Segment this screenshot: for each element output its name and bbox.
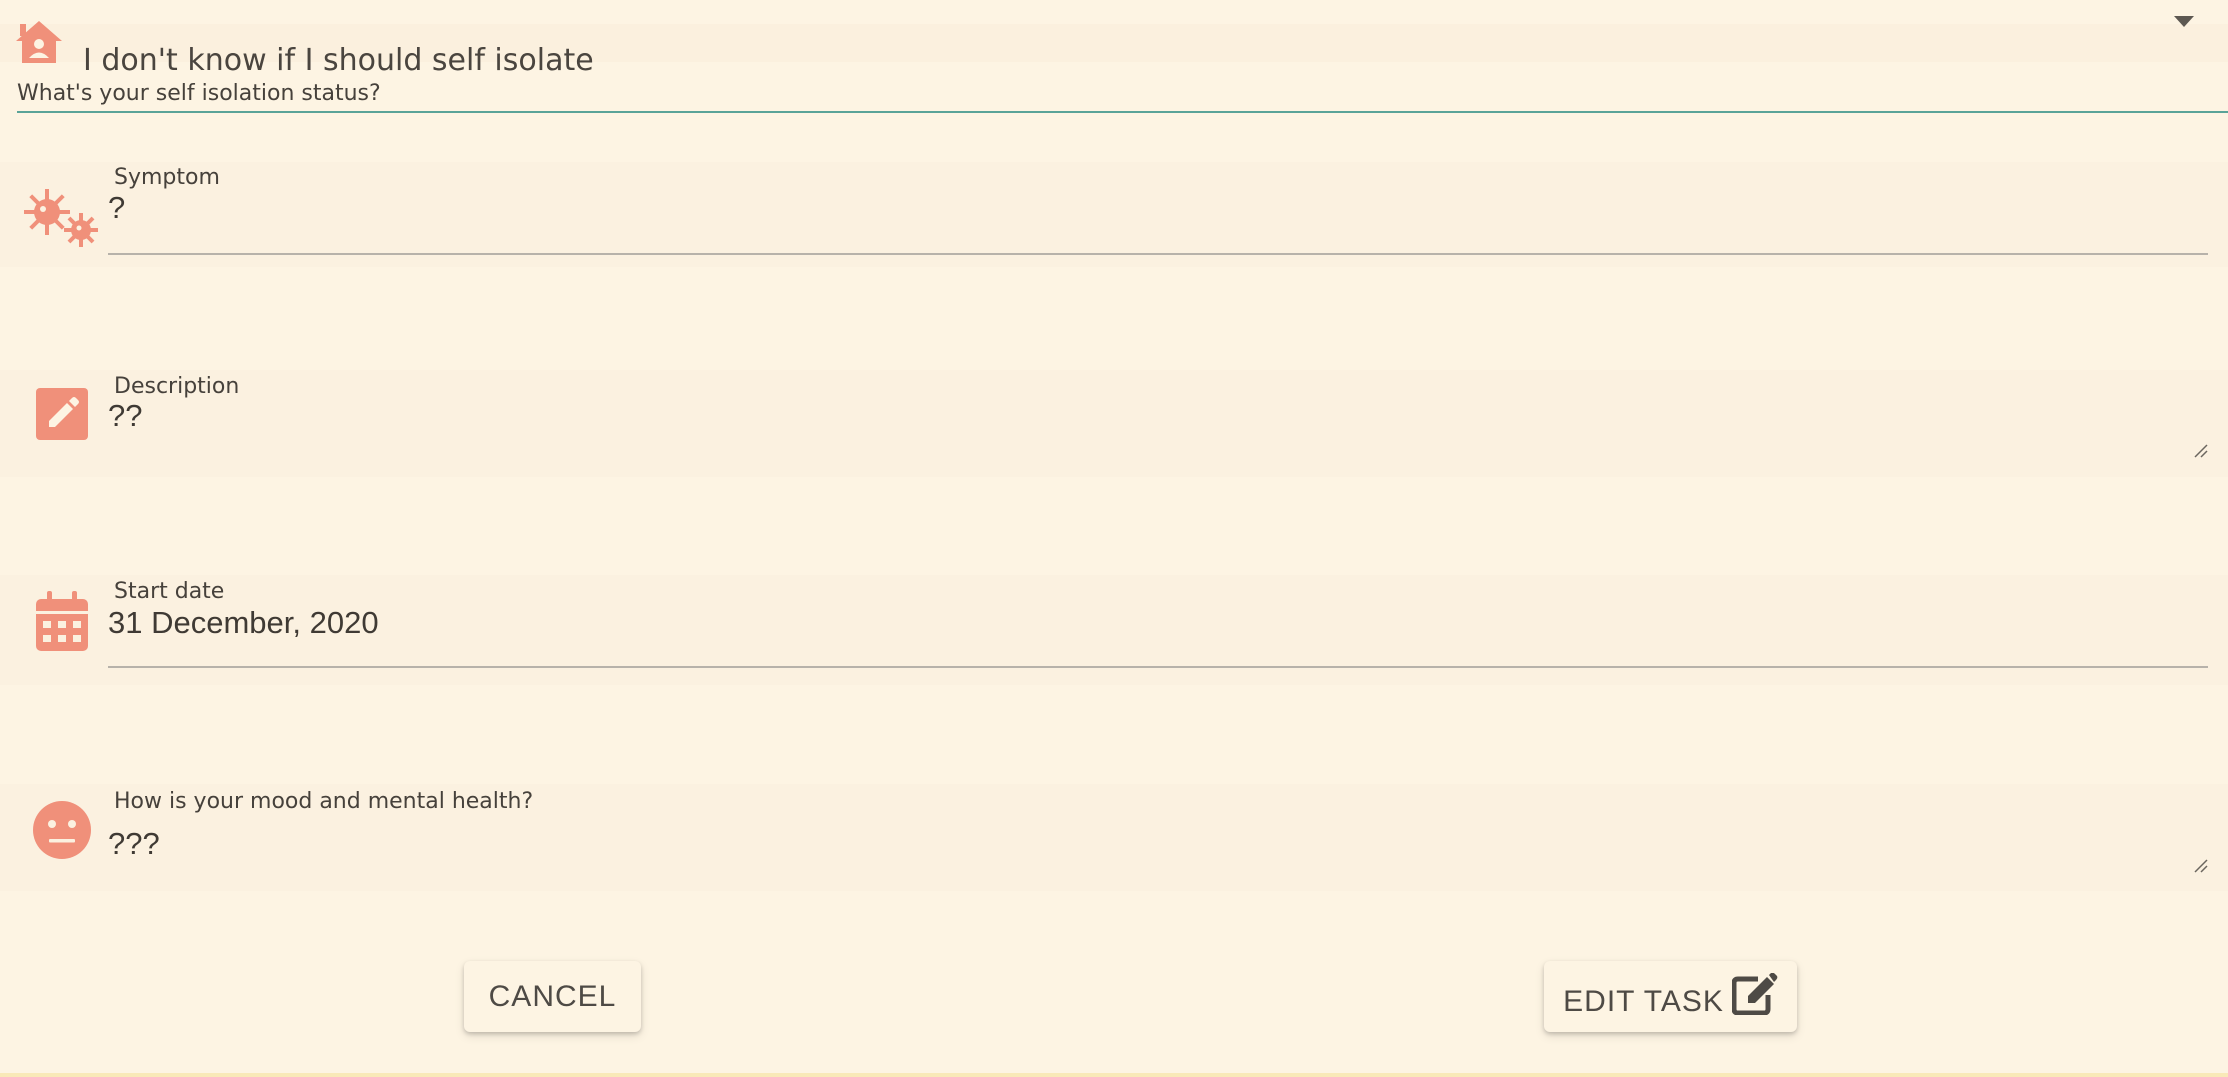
symptom-field[interactable]: Symptom ?	[0, 162, 2228, 267]
resize-handle-icon[interactable]	[2192, 442, 2208, 458]
chevron-down-icon[interactable]	[2174, 16, 2194, 27]
virus-icon	[24, 189, 98, 247]
bottom-edge	[0, 1073, 2228, 1077]
cancel-button[interactable]: CANCEL	[464, 961, 641, 1032]
neutral-face-icon	[33, 801, 91, 859]
status-field-label: What's your self isolation status?	[17, 81, 381, 106]
symptom-value: ?	[108, 190, 126, 225]
edit-task-button[interactable]: EDIT TASK	[1544, 961, 1797, 1032]
status-underline	[17, 111, 2228, 113]
description-label: Description	[114, 374, 240, 399]
description-field[interactable]: Description ??	[0, 370, 2228, 477]
start-date-value: 31 December, 2020	[108, 605, 379, 640]
edit-task-page: I don't know if I should self isolate Wh…	[0, 0, 2228, 1077]
mood-field[interactable]: How is your mood and mental health? ???	[0, 784, 2228, 891]
mood-value: ???	[108, 826, 160, 861]
isolation-status-select[interactable]: I don't know if I should self isolate Wh…	[0, 0, 2228, 114]
start-date-underline	[108, 666, 2208, 668]
calendar-icon	[36, 591, 88, 651]
symptom-label: Symptom	[114, 165, 220, 190]
start-date-label: Start date	[114, 579, 225, 604]
mood-label: How is your mood and mental health?	[114, 789, 534, 814]
description-value: ??	[108, 398, 143, 433]
resize-handle-icon[interactable]	[2192, 857, 2208, 873]
cancel-button-label: CANCEL	[488, 979, 617, 1013]
edit-icon	[36, 388, 88, 440]
symptom-underline	[108, 253, 2208, 255]
edit-task-button-label: EDIT TASK	[1563, 984, 1724, 1018]
start-date-field[interactable]: Start date 31 December, 2020	[0, 575, 2228, 685]
status-selected-value: I don't know if I should self isolate	[83, 43, 594, 78]
home-person-icon	[16, 21, 62, 63]
edit-square-icon	[1731, 972, 1778, 1015]
